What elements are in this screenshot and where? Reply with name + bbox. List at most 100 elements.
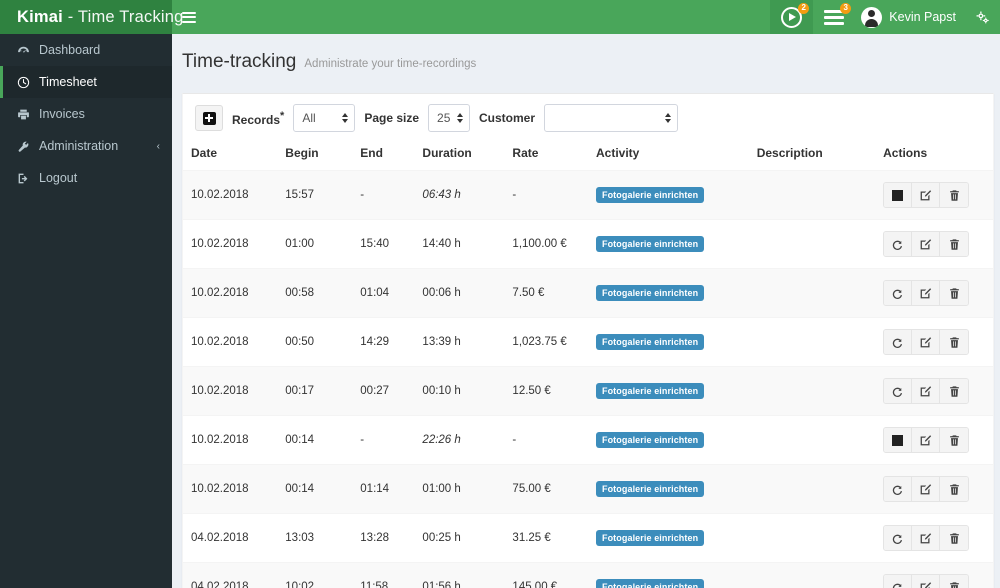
pagesize-label: Page size xyxy=(364,111,420,125)
stop-timer-button[interactable] xyxy=(884,183,913,207)
restart-timer-button[interactable] xyxy=(884,477,913,501)
cell-description xyxy=(748,464,876,514)
delete-entry-button[interactable] xyxy=(940,330,969,354)
table-row[interactable]: 10.02.2018 15:57-06:43 h - Fotogalerie einr… xyxy=(183,170,993,220)
table-row[interactable]: 10.02.2018 00:58 01:04 00:06 h 7.50 € Fotogal… xyxy=(183,268,993,318)
cell-rate: - xyxy=(504,170,588,220)
edit-entry-button[interactable] xyxy=(912,330,941,354)
cell-date: 10.02.2018 xyxy=(183,170,278,220)
sidebar-item-label: Invoices xyxy=(39,107,85,121)
active-timer-button[interactable]: 2 xyxy=(770,0,814,34)
cell-rate: 7.50 € xyxy=(504,268,588,318)
restart-timer-button[interactable] xyxy=(884,281,913,305)
edit-entry-button[interactable] xyxy=(912,428,941,452)
activity-badge[interactable]: Fotogalerie einrichten xyxy=(595,334,705,350)
table-row[interactable]: 10.02.2018 01:00 15:40 14:40 h 1,100.00 € Fot… xyxy=(183,219,993,269)
table-row[interactable]: 10.02.2018 00:14-22:26 h - Fotogalerie einr… xyxy=(183,415,993,465)
cell-begin: 00:17 xyxy=(277,366,353,416)
create-timesheet-button[interactable] xyxy=(195,105,223,131)
restart-timer-button[interactable] xyxy=(884,526,913,550)
edit-icon xyxy=(920,189,932,200)
delete-entry-button[interactable] xyxy=(940,232,969,256)
table-row[interactable]: 04.02.2018 10:02 11:58 01:56 h 145.00 € Fotog… xyxy=(183,562,993,588)
edit-entry-button[interactable] xyxy=(912,281,941,305)
row-action-group xyxy=(883,427,970,453)
sidebar-item-logout[interactable]: Logout xyxy=(0,162,172,194)
user-menu-button[interactable]: Kevin Papst xyxy=(855,0,965,34)
edit-entry-button[interactable] xyxy=(912,477,941,501)
wrench-icon xyxy=(17,140,39,153)
activity-badge[interactable]: Fotogalerie einrichten xyxy=(595,432,705,448)
restart-icon xyxy=(892,485,903,495)
sidebar-item-invoices[interactable]: Invoices xyxy=(0,98,172,130)
delete-entry-button[interactable] xyxy=(940,379,969,403)
table-row[interactable]: 10.02.2018 00:14 01:14 01:00 h 75.00 € Fotoga… xyxy=(183,464,993,514)
restart-timer-button[interactable] xyxy=(884,379,913,403)
activity-badge[interactable]: Fotogalerie einrichten xyxy=(595,579,705,588)
chevron-updown-icon xyxy=(665,113,672,123)
edit-entry-button[interactable] xyxy=(912,183,941,207)
column-header-actions: Actions xyxy=(875,140,993,171)
app-logo[interactable]: Kimai - Time Tracking xyxy=(0,0,183,34)
delete-entry-button[interactable] xyxy=(940,428,969,452)
cell-end: 15:40 xyxy=(352,219,415,269)
edit-entry-button[interactable] xyxy=(912,526,941,550)
cell-activity: Fotogalerie einrichten xyxy=(587,317,749,367)
cell-end: 01:14 xyxy=(352,464,415,514)
trash-icon xyxy=(949,336,959,348)
sidebar-item-administration[interactable]: Administration ‹ xyxy=(0,130,172,162)
column-header-description[interactable]: Description xyxy=(748,140,876,171)
column-header-activity[interactable]: Activity xyxy=(587,140,749,171)
row-action-group xyxy=(883,574,970,588)
sidebar-item-dashboard[interactable]: Dashboard xyxy=(0,34,172,66)
activity-badge[interactable]: Fotogalerie einrichten xyxy=(595,530,705,546)
edit-entry-button[interactable] xyxy=(912,379,941,403)
delete-entry-button[interactable] xyxy=(940,183,969,207)
cell-rate: - xyxy=(504,415,588,465)
app-root: Kimai - Time Tracking 2 3 Kevin Papst Da… xyxy=(0,0,1000,588)
restart-timer-button[interactable] xyxy=(884,232,913,256)
delete-entry-button[interactable] xyxy=(940,575,969,588)
activity-badge[interactable]: Fotogalerie einrichten xyxy=(595,236,705,252)
delete-entry-button[interactable] xyxy=(940,526,969,550)
cell-actions xyxy=(875,317,993,367)
pagesize-select[interactable]: 25 xyxy=(428,104,471,132)
settings-button[interactable] xyxy=(965,0,1000,34)
cell-rate: 1,023.75 € xyxy=(504,317,588,367)
activity-badge[interactable]: Fotogalerie einrichten xyxy=(595,383,705,399)
stop-timer-button[interactable] xyxy=(884,428,913,452)
cell-description xyxy=(748,317,876,367)
timer-badge: 2 xyxy=(798,3,810,14)
records-select[interactable]: All xyxy=(293,104,356,132)
delete-entry-button[interactable] xyxy=(940,281,969,305)
table-row[interactable]: 10.02.2018 00:50 14:29 13:39 h 1,023.75 € Fot… xyxy=(183,317,993,367)
cell-begin: 00:14 xyxy=(277,464,353,514)
column-header-date[interactable]: Date xyxy=(183,140,278,171)
activity-badge[interactable]: Fotogalerie einrichten xyxy=(595,187,705,203)
edit-entry-button[interactable] xyxy=(912,232,941,256)
table-row[interactable]: 04.02.2018 13:03 13:28 00:25 h 31.25 € Fotoga… xyxy=(183,513,993,563)
cell-duration: 00:10 h xyxy=(414,366,505,416)
table-row[interactable]: 10.02.2018 00:17 00:27 00:10 h 12.50 € Fotoga… xyxy=(183,366,993,416)
recent-activities-button[interactable]: 3 xyxy=(813,0,855,34)
customer-select[interactable] xyxy=(544,104,679,132)
restart-timer-button[interactable] xyxy=(884,330,913,354)
cell-description xyxy=(748,562,876,588)
edit-entry-button[interactable] xyxy=(912,575,941,588)
delete-entry-button[interactable] xyxy=(940,477,969,501)
column-header-begin[interactable]: Begin xyxy=(277,140,353,171)
restart-timer-button[interactable] xyxy=(884,575,913,588)
cell-actions xyxy=(875,464,993,514)
column-header-end[interactable]: End xyxy=(352,140,415,171)
sidebar-item-timesheet[interactable]: Timesheet xyxy=(0,66,172,98)
top-navbar: Kimai - Time Tracking 2 3 Kevin Papst xyxy=(0,0,1000,34)
column-header-duration[interactable]: Duration xyxy=(414,140,505,171)
cell-begin: 00:58 xyxy=(277,268,353,318)
row-action-group xyxy=(883,182,970,208)
timesheet-table-wrapper: Date Begin End Duration Rate Activity De… xyxy=(183,140,993,588)
column-header-rate[interactable]: Rate xyxy=(504,140,588,171)
activity-badge[interactable]: Fotogalerie einrichten xyxy=(595,285,705,301)
edit-icon xyxy=(920,581,932,588)
activity-badge[interactable]: Fotogalerie einrichten xyxy=(595,481,705,497)
cell-actions xyxy=(875,366,993,416)
